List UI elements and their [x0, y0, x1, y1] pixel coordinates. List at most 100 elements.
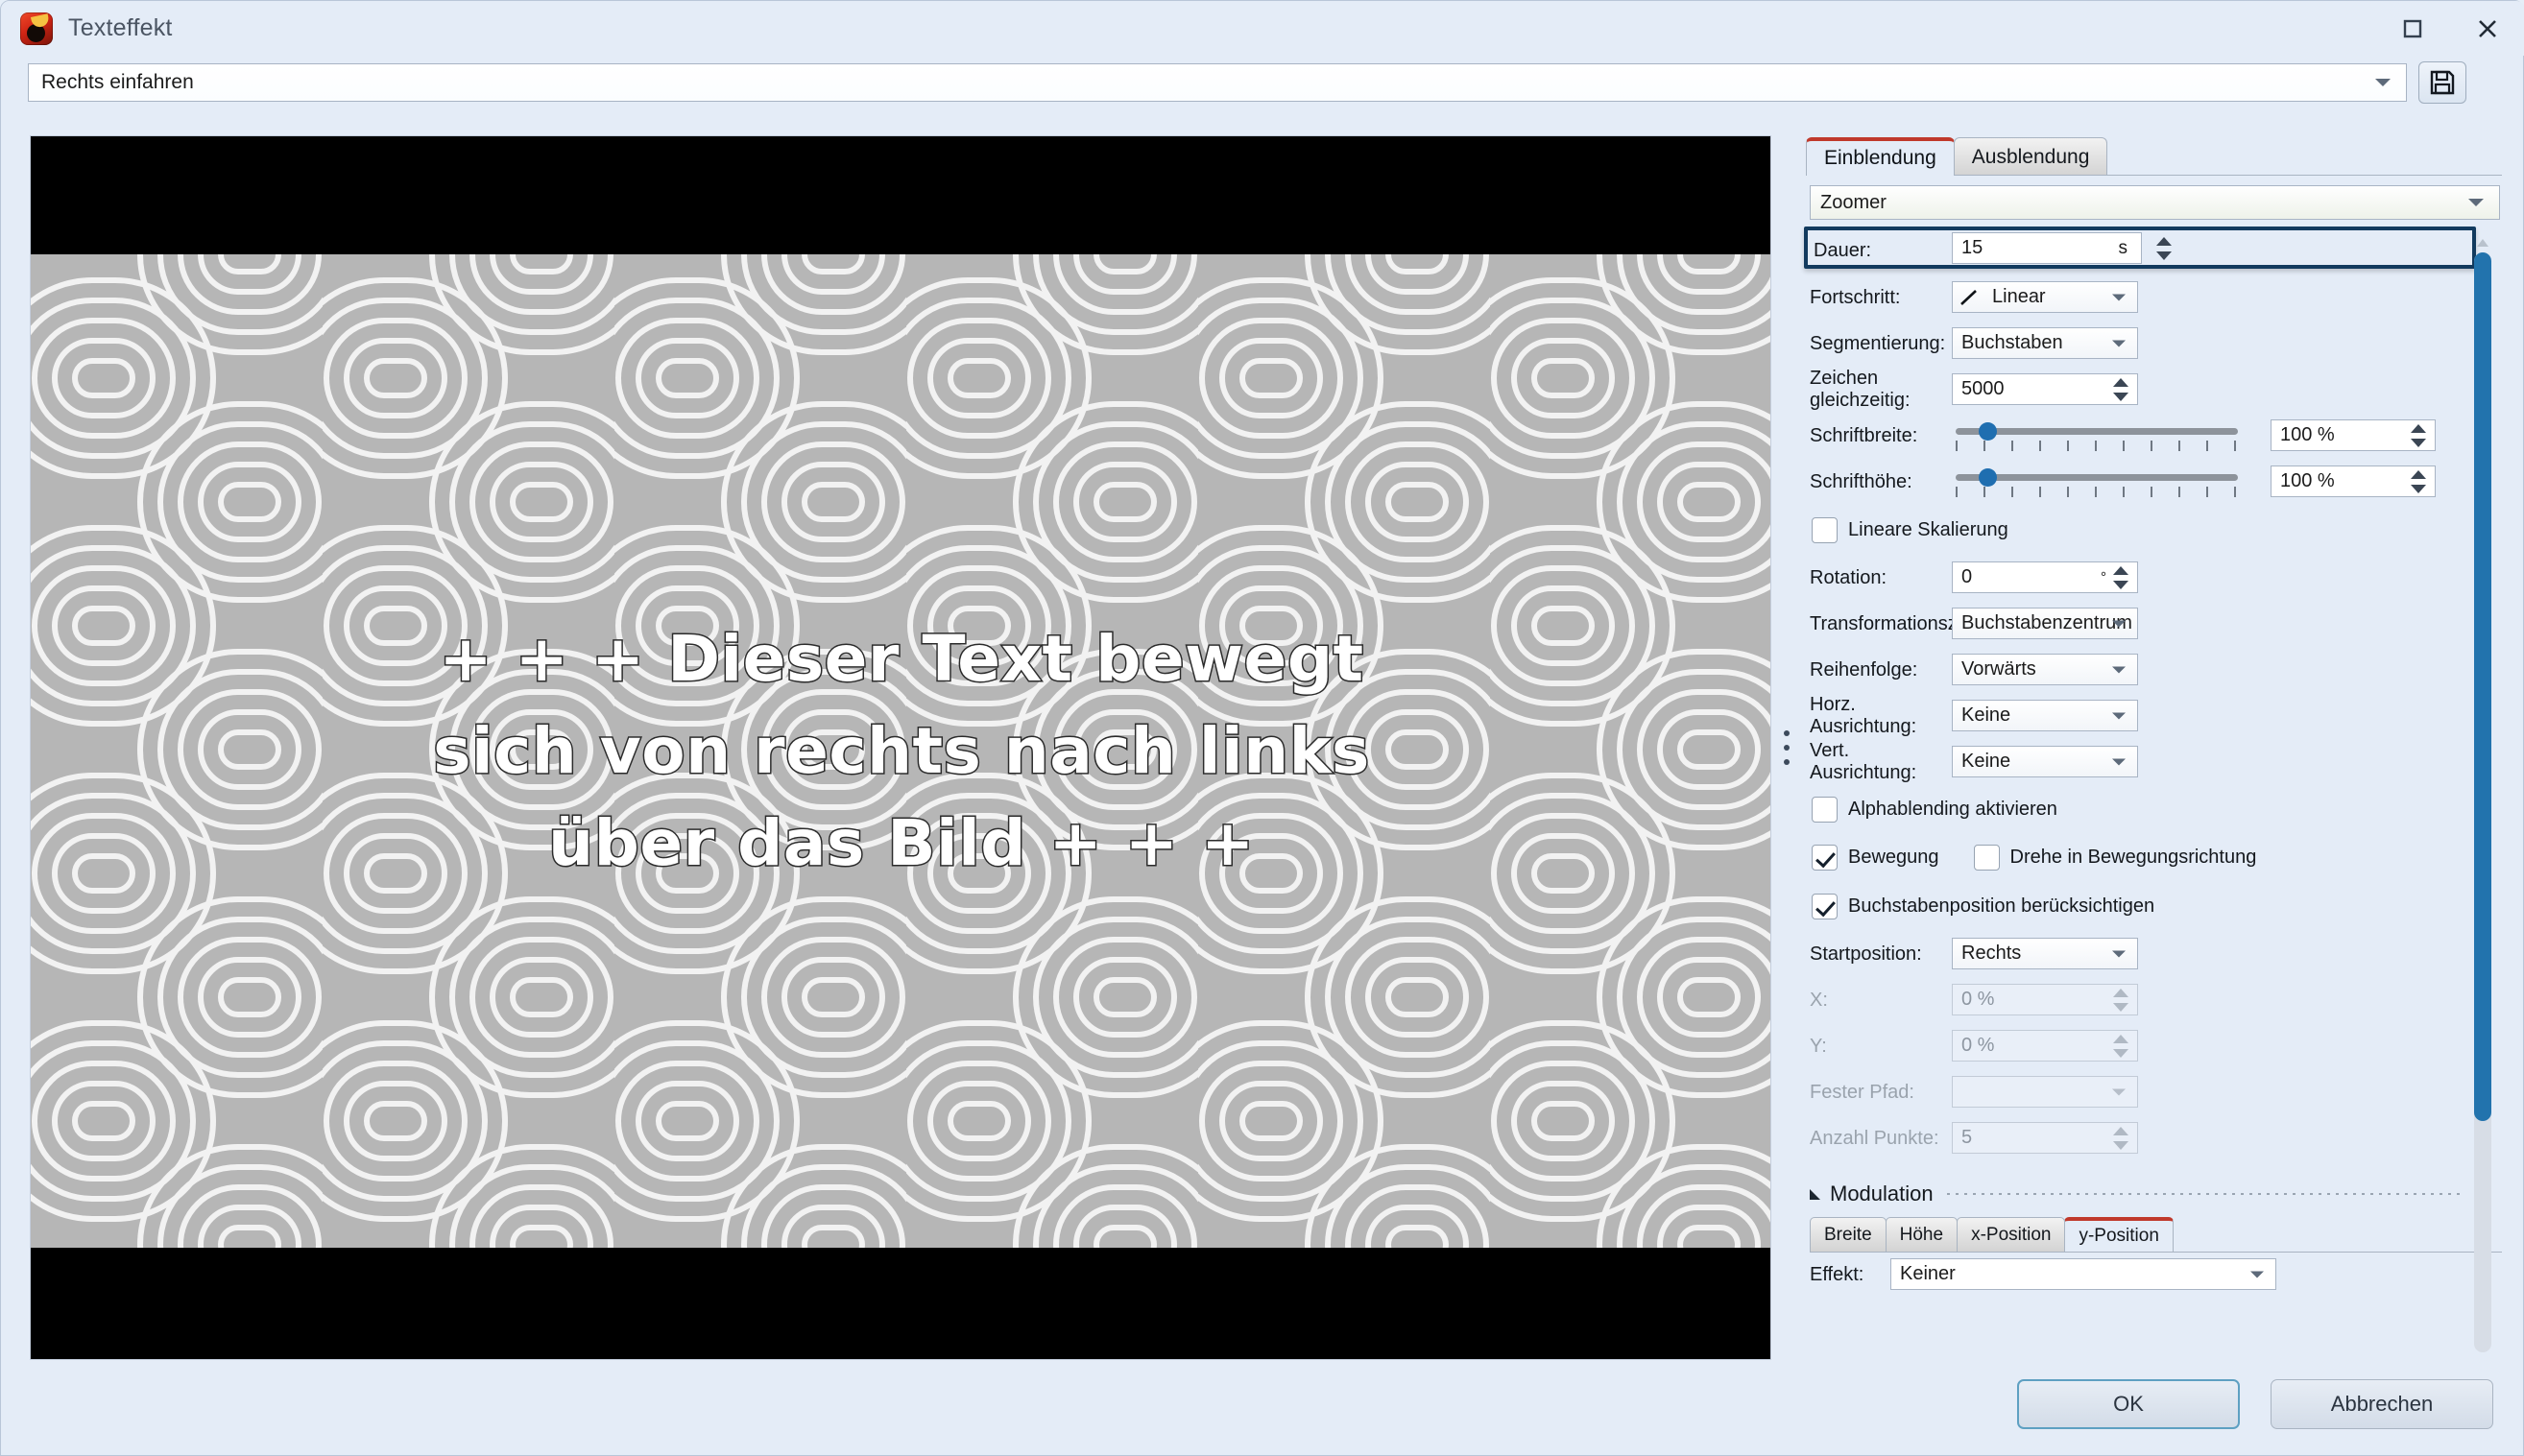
bewegung-checkbox-row[interactable]: Bewegung	[1798, 844, 1939, 871]
slider-thumb[interactable]	[1979, 422, 1997, 441]
panel-scrollbar[interactable]	[2474, 239, 2491, 1352]
schrifthoehe-slider[interactable]	[1956, 465, 2238, 498]
schriftbreite-slider[interactable]	[1956, 419, 2238, 452]
row-alphablending: Alphablending aktivieren	[1798, 785, 2475, 833]
segmentierung-label: Segmentierung:	[1810, 332, 1946, 354]
schrifthoehe-input[interactable]: 100 %	[2271, 465, 2436, 497]
collapse-triangle-icon[interactable]	[1810, 1188, 1820, 1200]
schriftbreite-stepper[interactable]	[2408, 419, 2429, 452]
fortschritt-label: Fortschritt:	[1810, 286, 1901, 308]
fortschritt-combobox[interactable]: Linear	[1952, 281, 2138, 313]
lineare-skalierung-checkbox-row[interactable]: Lineare Skalierung	[1798, 516, 2008, 543]
scroll-up-arrow-icon[interactable]	[2477, 239, 2488, 247]
rotation-input[interactable]: 0 °	[1952, 561, 2138, 593]
modulation-divider	[1946, 1193, 2462, 1195]
preview-canvas[interactable]: + + + Dieser Text bewegt sich von rechts…	[30, 135, 1771, 1360]
anzahl-punkte-field-wrap: 5	[1952, 1122, 2138, 1154]
preview-text-line: über das Bild + + +	[547, 805, 1256, 880]
dauer-stepper[interactable]	[2153, 232, 2175, 265]
drehe-label: Drehe in Bewegungsrichtung	[2009, 846, 2257, 868]
startposition-label: Startposition:	[1810, 943, 1922, 965]
cancel-button[interactable]: Abbrechen	[2271, 1379, 2493, 1429]
panel-splitter-handle[interactable]	[1775, 135, 1798, 1360]
anzahl-punkte-value: 5	[1961, 1127, 1973, 1148]
slider-thumb[interactable]	[1979, 468, 1997, 487]
startposition-combobox[interactable]: Rechts	[1952, 938, 2138, 969]
bewegung-checkbox[interactable]	[1812, 844, 1838, 871]
row-dauer: Dauer: 15 s	[1798, 227, 2476, 274]
startposition-combo-wrap: Rechts	[1952, 938, 2138, 969]
bewegung-label: Bewegung	[1848, 846, 1939, 868]
chevron-down-icon	[2112, 620, 2126, 627]
transformationszentrum-value: Buchstabenzentrum	[1961, 612, 2132, 633]
preview-text-line: sich von rechts nach links	[432, 713, 1371, 788]
slider-track	[1956, 428, 2238, 435]
row-lineare-skalierung: Lineare Skalierung	[1798, 505, 2475, 555]
vert-ausrichtung-combo-wrap: Keine	[1952, 746, 2138, 777]
effekt-combo-wrap: Keiner	[1890, 1258, 2276, 1290]
row-x: X: 0 %	[1798, 977, 2475, 1023]
modtab-x-position[interactable]: x-Position	[1957, 1217, 2066, 1252]
dauer-input[interactable]: 15 s	[1952, 232, 2142, 264]
tab-ausblendung[interactable]: Ausblendung	[1953, 137, 2108, 176]
schriftbreite-input[interactable]: 100 %	[2271, 419, 2436, 451]
alphablending-checkbox[interactable]	[1812, 796, 1838, 823]
modtab-hoehe[interactable]: Höhe	[1885, 1217, 1959, 1252]
preset-combobox[interactable]: Rechts einfahren	[28, 63, 2407, 102]
modtab-breite[interactable]: Breite	[1810, 1217, 1887, 1252]
fester-pfad-label: Fester Pfad:	[1810, 1081, 1914, 1103]
modulation-header[interactable]: Modulation	[1798, 1175, 2475, 1213]
rotation-stepper[interactable]	[2110, 561, 2131, 594]
zeichen-input[interactable]: 5000	[1952, 373, 2138, 405]
y-input: 0 %	[1952, 1030, 2138, 1062]
save-preset-button[interactable]	[2418, 61, 2466, 104]
schriftbreite-slider-wrap	[1956, 419, 2238, 452]
tab-label: Einblendung	[1824, 147, 1936, 169]
lineare-skalierung-checkbox[interactable]	[1812, 516, 1838, 543]
linear-curve-icon	[1960, 290, 1977, 305]
reihenfolge-value: Vorwärts	[1961, 658, 2036, 680]
close-icon[interactable]	[2450, 1, 2524, 56]
tab-einblendung[interactable]: Einblendung	[1806, 137, 1955, 176]
rotation-value: 0	[1961, 566, 1973, 587]
fortschritt-value: Linear	[1992, 286, 2046, 307]
modtab-label: Höhe	[1899, 1224, 1944, 1245]
effect-type-value: Zoomer	[1820, 191, 1887, 213]
drehe-checkbox-row[interactable]: Drehe in Bewegungsrichtung	[1973, 844, 2257, 871]
effekt-combobox[interactable]: Keiner	[1890, 1258, 2276, 1290]
scrollbar-thumb[interactable]	[2474, 252, 2491, 1121]
maximize-icon[interactable]	[2375, 1, 2450, 56]
modtab-y-position[interactable]: y-Position	[2064, 1217, 2174, 1252]
row-vert-ausrichtung: Vert. Ausrichtung: Keine	[1798, 739, 2475, 785]
reihenfolge-combo-wrap: Vorwärts	[1952, 654, 2138, 685]
reihenfolge-combobox[interactable]: Vorwärts	[1952, 654, 2138, 685]
reihenfolge-label: Reihenfolge:	[1810, 658, 1918, 680]
effect-type-combobox[interactable]: Zoomer	[1810, 185, 2500, 220]
horz-ausrichtung-combobox[interactable]: Keine	[1952, 700, 2138, 731]
alphablending-checkbox-row[interactable]: Alphablending aktivieren	[1798, 796, 2057, 823]
drehe-checkbox[interactable]	[1973, 844, 2000, 871]
app-logo-icon	[20, 12, 53, 45]
zeichen-stepper[interactable]	[2110, 373, 2131, 406]
row-rotation: Rotation: 0 °	[1798, 555, 2475, 601]
buchstabenposition-checkbox-row[interactable]: Buchstabenposition berücksichtigen	[1798, 893, 2154, 919]
buchstabenposition-checkbox[interactable]	[1812, 893, 1838, 919]
tab-label: Ausblendung	[1971, 145, 2090, 168]
transformationszentrum-combobox[interactable]: Buchstabenzentrum	[1952, 608, 2138, 639]
vert-ausrichtung-label: Vert. Ausrichtung:	[1810, 740, 1917, 783]
modtab-label: y-Position	[2079, 1226, 2159, 1246]
rotation-field-wrap: 0 °	[1952, 561, 2138, 593]
preset-bar: Rechts einfahren	[1, 56, 2524, 109]
ok-button[interactable]: OK	[2017, 1379, 2240, 1429]
texteffekt-dialog: Texteffekt Rechts einfahren + + + Dieser…	[0, 0, 2524, 1456]
rotation-unit: °	[2101, 569, 2106, 585]
segmentierung-combobox[interactable]: Buchstaben	[1952, 327, 2138, 359]
horz-ausrichtung-combo-wrap: Keine	[1952, 700, 2138, 731]
y-value: 0 %	[1961, 1035, 1995, 1056]
x-value: 0 %	[1961, 989, 1995, 1010]
fortschritt-combo-wrap: Linear	[1952, 281, 2138, 313]
vert-ausrichtung-combobox[interactable]: Keine	[1952, 746, 2138, 777]
schrifthoehe-stepper[interactable]	[2408, 465, 2429, 498]
dauer-value: 15	[1961, 237, 1983, 258]
horz-ausrichtung-value: Keine	[1961, 704, 2011, 726]
